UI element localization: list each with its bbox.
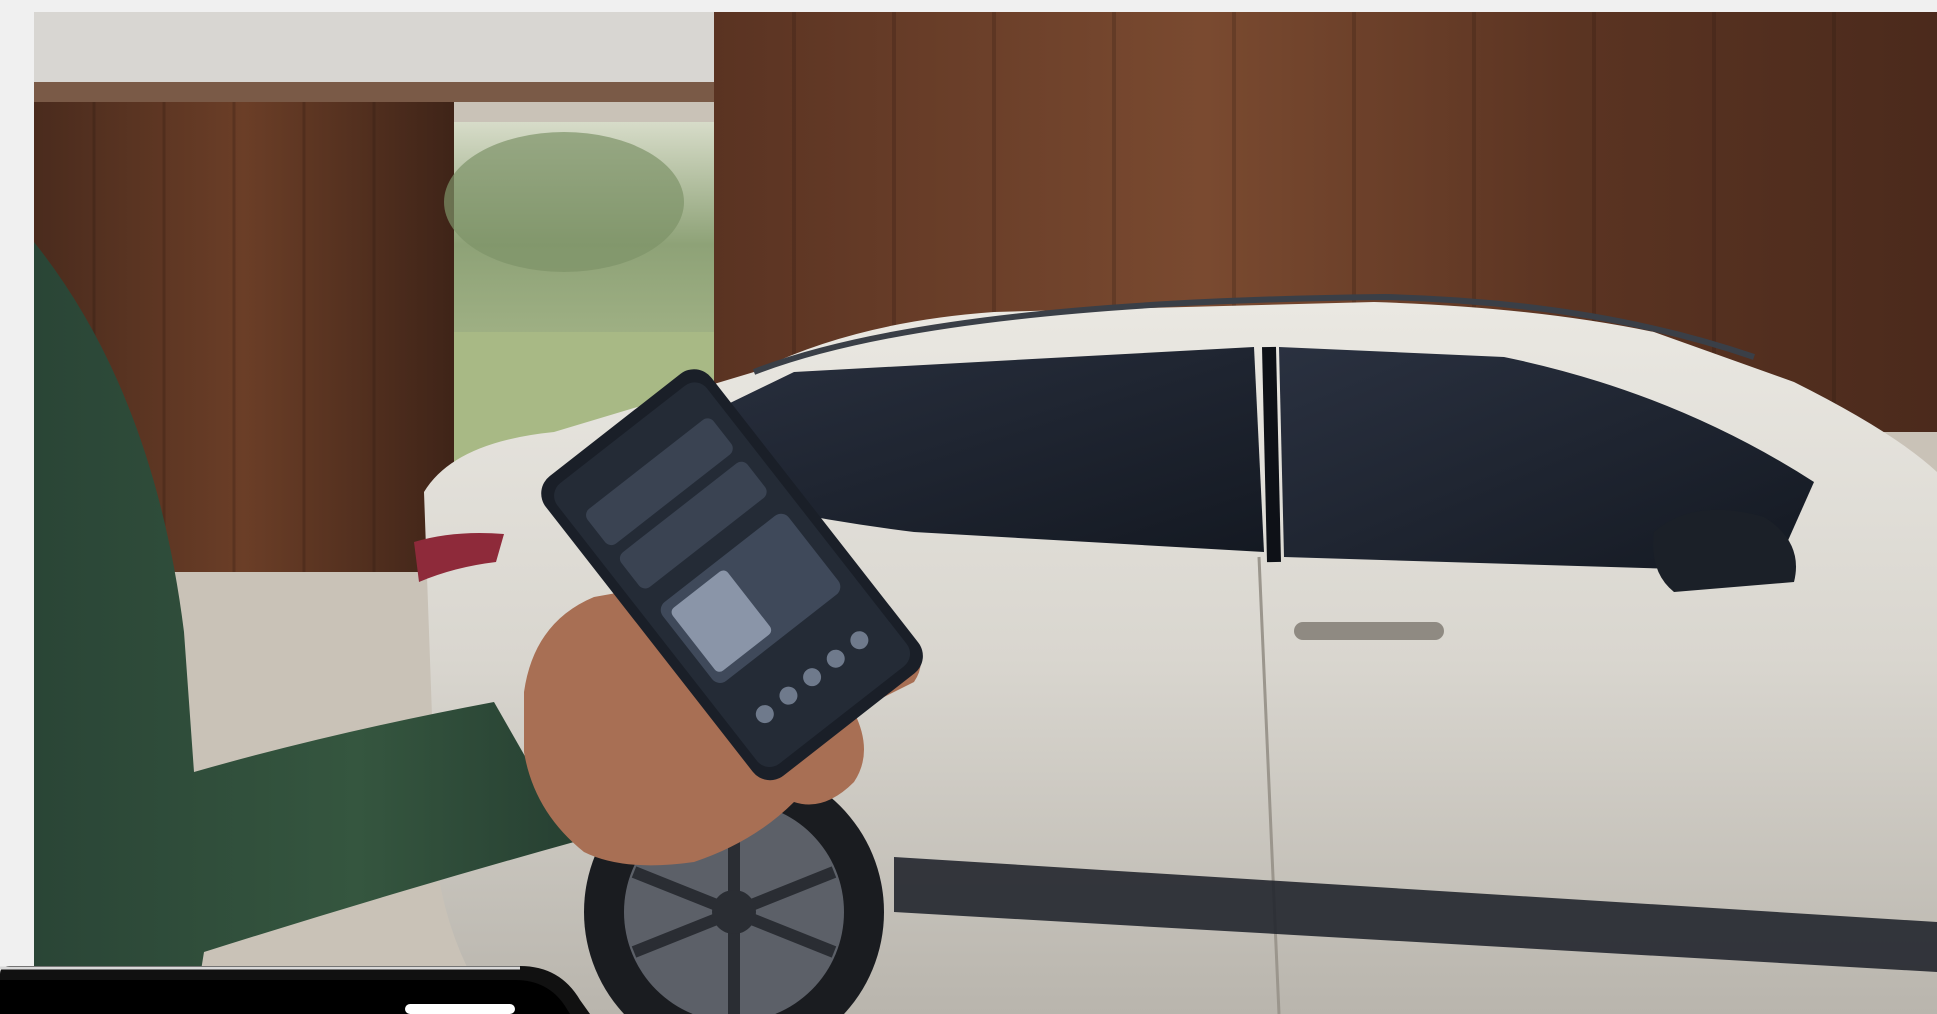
trees-outside — [444, 132, 684, 272]
roof-edge — [34, 82, 714, 102]
car-door-handle — [1294, 622, 1444, 640]
mockup-white-pill — [405, 1004, 515, 1014]
car-b-pillar — [1262, 346, 1281, 563]
photo-scene — [34, 12, 1937, 1014]
hero-photo — [34, 12, 1937, 1014]
page — [0, 0, 1937, 1014]
phone-mockup-graphic — [0, 966, 590, 1014]
phone-mockup-frame — [0, 960, 590, 1014]
